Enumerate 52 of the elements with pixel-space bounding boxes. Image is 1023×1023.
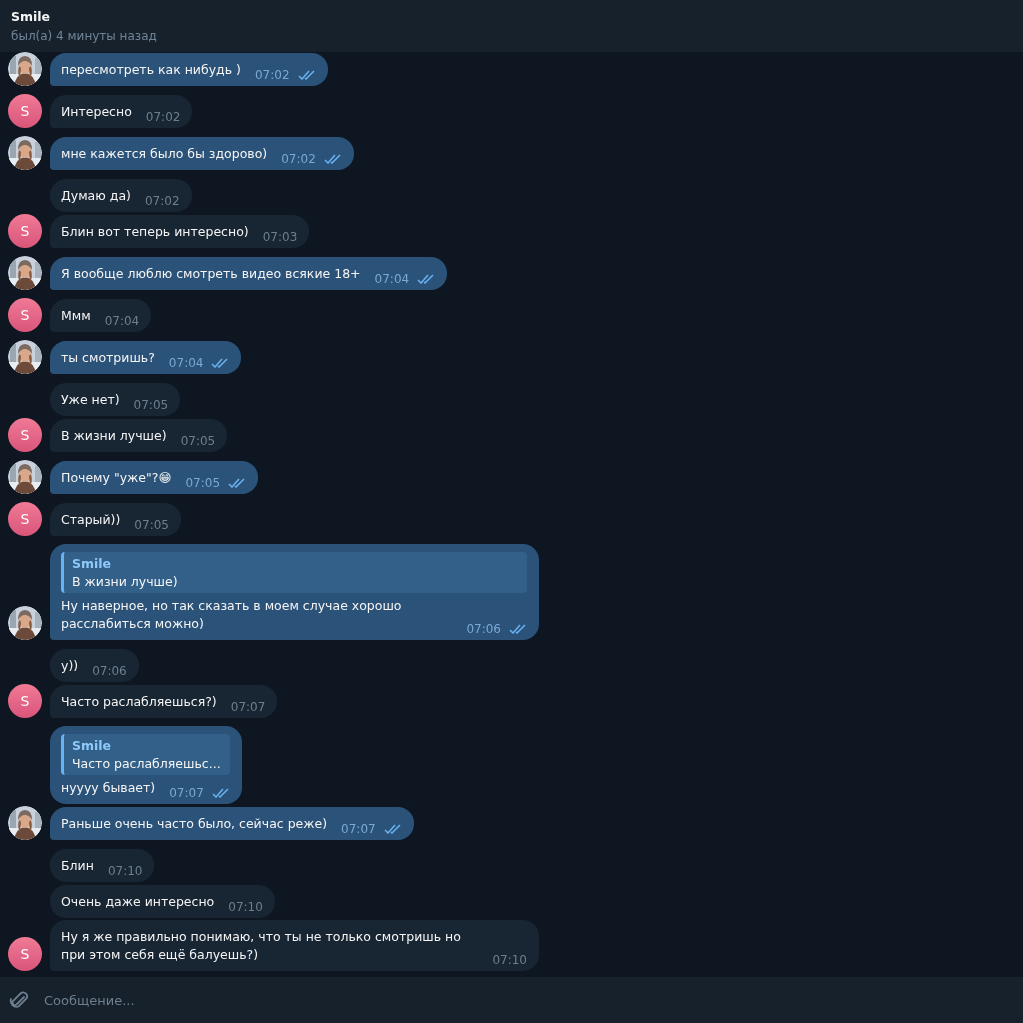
message-text: у)) (61, 657, 79, 675)
message-text: Старый)) (61, 511, 121, 529)
contact-avatar[interactable]: S (8, 298, 42, 332)
contact-avatar[interactable]: S (8, 937, 42, 971)
message-time: 07:06 (92, 663, 127, 680)
contact-avatar[interactable]: S (8, 214, 42, 248)
reply-quote[interactable]: Smile В жизни лучше) (61, 552, 527, 593)
message-time: 07:04 (168, 355, 204, 372)
message-time: 07:07 (230, 699, 266, 716)
message-text: В жизни лучше) (61, 427, 167, 445)
last-seen-status: был(а) 4 минуты назад (11, 28, 157, 45)
message-time: 07:02 (281, 151, 316, 168)
message-text: Раньше очень часто было, сейчас реже) (61, 815, 328, 833)
message-time: 07:03 (262, 229, 298, 246)
contact-avatar[interactable]: S (8, 418, 42, 452)
message-text: Ммм (61, 307, 91, 325)
reply-quote[interactable]: Smile Часто раслабляешьс... (61, 734, 230, 775)
message-text: Очень даже интересно (61, 893, 215, 911)
message-text: Часто раслабляешься?) (61, 693, 217, 711)
message-time: 07:05 (134, 517, 169, 534)
message-time: 07:07 (169, 785, 204, 802)
message-time: 07:06 (466, 621, 501, 638)
contact-avatar[interactable]: S (8, 502, 42, 536)
message-time: 07:02 (254, 67, 290, 84)
message-time: 07:04 (104, 313, 140, 330)
contact-avatar[interactable]: S (8, 684, 42, 718)
message-time: 07:10 (228, 899, 263, 916)
message-time: 07:05 (133, 397, 169, 414)
message-text: ты смотришь? (61, 349, 155, 367)
message-time: 07:02 (145, 109, 181, 126)
message-time: 07:05 (185, 475, 221, 492)
message-text: мне кажется было бы здорово) (61, 145, 268, 163)
message-time: 07:10 (492, 952, 527, 969)
attach-icon[interactable] (9, 989, 29, 1011)
message-text: Думаю да) (61, 187, 131, 205)
message-text: Блин (61, 857, 94, 875)
message-text: Почему "уже"?😁 (61, 469, 172, 487)
message-time: 07:04 (374, 271, 410, 288)
message-text: пересмотреть как нибудь ) (61, 61, 241, 79)
message-text: Блин вот теперь интересно) (61, 223, 249, 241)
message-time: 07:10 (107, 863, 143, 880)
message-text: нуууу бывает) (61, 779, 156, 797)
contact-avatar[interactable]: S (8, 94, 42, 128)
chat-title: Smile (11, 8, 51, 25)
message-time: 07:05 (180, 433, 216, 450)
message-text: Уже нет) (61, 391, 120, 409)
message-text: Ну я же правильно понимаю, что ты не только смотришь но при этом себя ещё балуешь?) (61, 928, 462, 964)
message-text: Ну наверное, но так сказать в моем случае хорошо расслабиться можно) (61, 597, 403, 633)
message-text: Интересно (61, 103, 132, 121)
message-time: 07:07 (341, 821, 376, 838)
message-time: 07:02 (144, 193, 180, 210)
message-text: Я вообще люблю смотреть видео всякие 18+ (61, 265, 361, 283)
